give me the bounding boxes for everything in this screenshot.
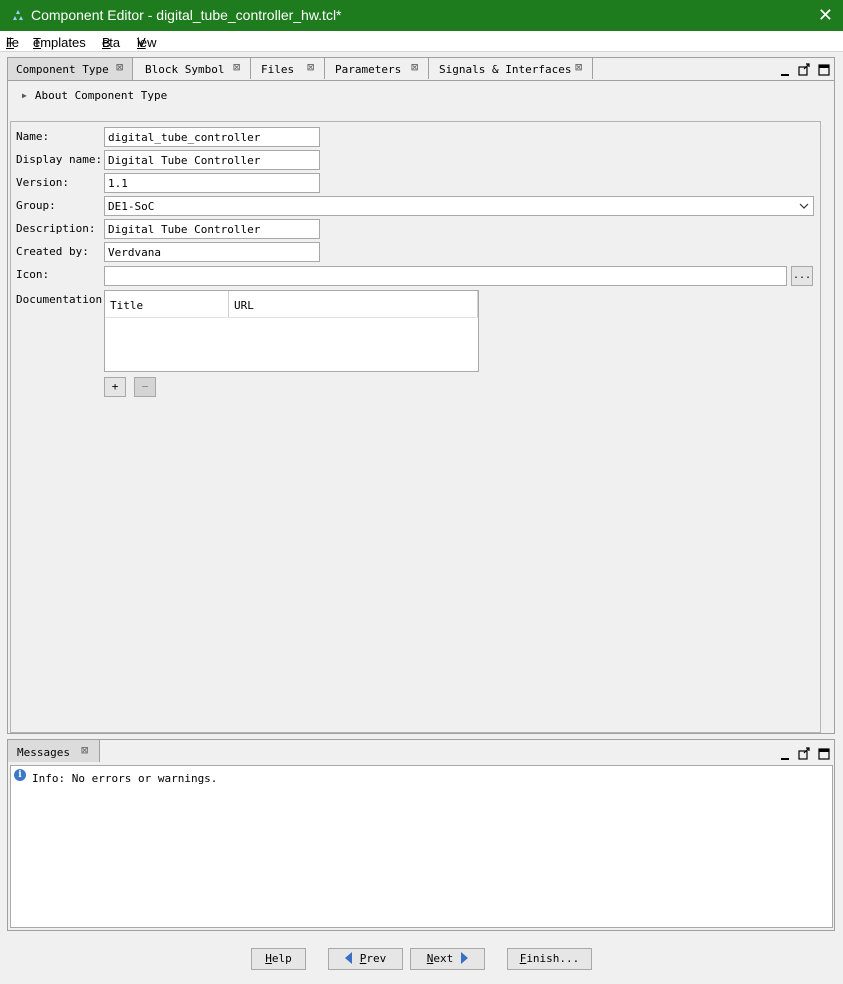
description-input[interactable]: Digital Tube Controller [104,219,320,239]
window-title: Component Editor - digital_tube_controll… [31,7,342,23]
messages-list[interactable]: i Info: No errors or warnings. [10,765,833,928]
tab-close-icon[interactable]: ⊠ [81,743,88,757]
display-name-label: Display name: [16,153,103,166]
next-button[interactable]: Next [410,948,485,970]
name-input[interactable]: digital_tube_controller [104,127,320,147]
prev-button[interactable]: Prev [328,948,403,970]
documentation-table[interactable]: Title URL [104,290,479,372]
tab-close-icon[interactable]: ⊠ [307,60,314,74]
name-label: Name: [16,130,50,143]
info-icon: i [14,769,26,781]
app-logo-icon [13,10,23,20]
tab-close-icon[interactable]: ⊠ [575,60,582,74]
tab-close-icon[interactable]: ⊠ [116,60,123,74]
column-header-title[interactable]: Title [110,299,143,312]
icon-browse-button[interactable]: ... [791,266,813,286]
column-header-url[interactable]: URL [234,299,254,312]
tab-signals-interfaces[interactable]: Signals & Interfaces ⊠ [429,58,593,79]
created-by-label: Created by: [16,245,89,258]
version-label: Version: [16,176,69,189]
chevron-down-icon [799,203,809,209]
tab-parameters[interactable]: Parameters ⊠ [325,58,429,79]
documentation-label: Documentation: [16,293,109,306]
tab-close-icon[interactable]: ⊠ [411,60,418,74]
arrow-left-icon [344,952,352,964]
arrow-right-icon [461,952,469,964]
icon-path-input[interactable] [104,266,787,286]
about-section-toggle[interactable]: ▶ About Component Type [22,89,167,102]
restore-window-icon[interactable] [798,63,811,76]
restore-window-icon[interactable] [798,747,811,760]
group-label: Group: [16,199,56,212]
created-by-input[interactable]: Verdvana [104,242,320,262]
tab-close-icon[interactable]: ⊠ [233,60,240,74]
close-icon[interactable]: ✕ [818,4,833,26]
menu-bar: File Templates Beta View [0,31,843,52]
tab-messages[interactable]: Messages ⊠ [8,740,100,762]
documentation-table-header: Title URL [105,291,478,318]
minimize-icon[interactable] [780,750,790,760]
version-input[interactable]: 1.1 [104,173,320,193]
finish-button[interactable]: Finish... [507,948,592,970]
remove-documentation-button[interactable]: − [134,377,156,397]
editor-tab-bar: Component Type ⊠ Block Symbol ⊠ Files ⊠ … [8,58,834,81]
help-button[interactable]: Help [251,948,306,970]
maximize-icon[interactable] [818,64,830,76]
expand-triangle-icon: ▶ [22,91,27,100]
tab-files[interactable]: Files ⊠ [251,58,325,79]
add-documentation-button[interactable]: + [104,377,126,397]
display-name-input[interactable]: Digital Tube Controller [104,150,320,170]
window-title-bar[interactable]: Component Editor - digital_tube_controll… [0,0,843,31]
tab-component-type[interactable]: Component Type ⊠ [8,58,133,80]
minimize-icon[interactable] [780,66,790,76]
description-label: Description: [16,222,96,235]
icon-label: Icon: [16,268,50,281]
group-select[interactable]: DE1-SoC [104,196,814,216]
maximize-icon[interactable] [818,748,830,760]
tab-block-symbol[interactable]: Block Symbol ⊠ [133,58,251,79]
